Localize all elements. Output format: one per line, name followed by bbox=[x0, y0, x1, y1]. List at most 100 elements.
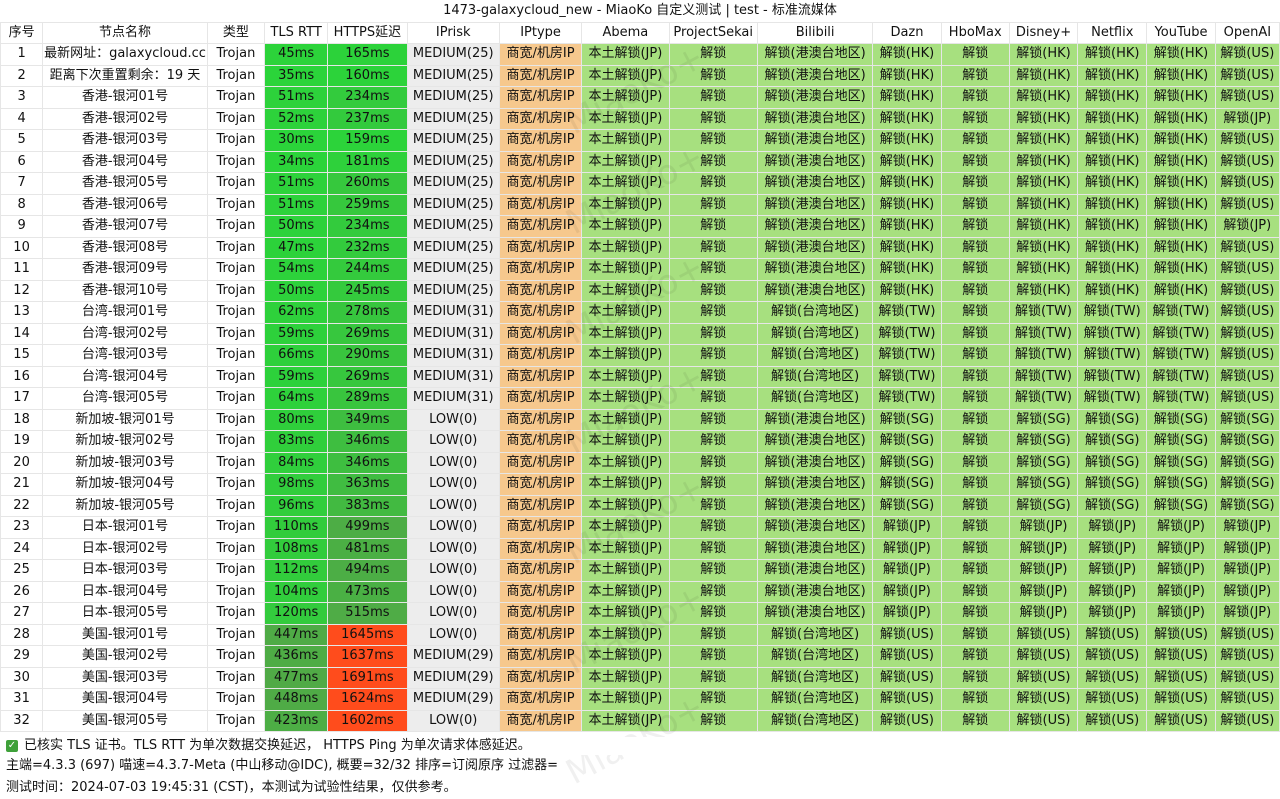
col-dazn-cell: 解锁(US) bbox=[872, 623, 942, 646]
col-youtube-cell: 解锁(HK) bbox=[1146, 86, 1216, 109]
col-youtube-cell: 解锁(JP) bbox=[1146, 516, 1216, 539]
table-row: 21 新加坡-银河04号 Trojan 98ms 363ms LOW(0) 商宽/机房IP 本… bbox=[0, 473, 1280, 496]
col-tls-rtt-cell: 45ms bbox=[264, 43, 329, 66]
col-openai-cell: 解锁(JP) bbox=[1214, 107, 1280, 130]
col-disney-cell: 解锁(HK) bbox=[1008, 172, 1079, 195]
col-https-latency-cell: 1645ms bbox=[327, 623, 408, 646]
col-projectsekai-cell: 解锁 bbox=[668, 193, 758, 216]
col-hbomax-cell: 解锁 bbox=[940, 473, 1010, 496]
col-netflix-cell: 解锁(JP) bbox=[1077, 537, 1148, 560]
col-hbomax-cell: 解锁 bbox=[940, 107, 1010, 130]
col-tls-rtt-cell: 436ms bbox=[264, 645, 329, 668]
col-dazn-cell: 解锁(TW) bbox=[872, 365, 942, 388]
col-openai-cell: 解锁(US) bbox=[1214, 365, 1280, 388]
col-openai-cell: 解锁(US) bbox=[1214, 258, 1280, 281]
col-netflix-cell: 解锁(US) bbox=[1077, 688, 1148, 711]
col-bilibili-cell: 解锁(港澳台地区) bbox=[756, 408, 874, 431]
col-disney-cell: 解锁(SG) bbox=[1008, 430, 1079, 453]
col-index-header: 序号 bbox=[0, 22, 44, 44]
table-row: 19 新加坡-银河02号 Trojan 83ms 346ms LOW(0) 商宽/机房IP 本… bbox=[0, 430, 1280, 453]
col-tls-rtt-cell: 54ms bbox=[264, 258, 329, 281]
col-https-latency-cell: 260ms bbox=[327, 172, 408, 195]
footer-line1: 已核实 TLS 证书。TLS RTT 为单次数据交换延迟， HTTPS Ping… bbox=[24, 738, 531, 753]
col-iptype-cell: 商宽/机房IP bbox=[498, 193, 583, 216]
col-hbomax-cell: 解锁 bbox=[940, 430, 1010, 453]
col-node-name-cell: 新加坡-银河04号 bbox=[42, 473, 208, 496]
col-abema-cell: 本土解锁(JP) bbox=[581, 473, 670, 496]
col-dazn-cell: 解锁(US) bbox=[872, 666, 942, 689]
col-disney-cell: 解锁(US) bbox=[1008, 709, 1079, 732]
col-abema-cell: 本土解锁(JP) bbox=[581, 64, 670, 87]
col-netflix-cell: 解锁(HK) bbox=[1077, 150, 1148, 173]
col-hbomax-cell: 解锁 bbox=[940, 258, 1010, 281]
col-index-cell: 22 bbox=[0, 494, 44, 517]
col-dazn-cell: 解锁(HK) bbox=[872, 150, 942, 173]
table-row: 26 日本-银河04号 Trojan 104ms 473ms LOW(0) 商宽/机房IP 本… bbox=[0, 580, 1280, 603]
col-hbomax-cell: 解锁 bbox=[940, 408, 1010, 431]
col-tls-rtt-cell: 477ms bbox=[264, 666, 329, 689]
col-tls-rtt-cell: 50ms bbox=[264, 215, 329, 238]
col-tls-rtt-cell: 62ms bbox=[264, 301, 329, 324]
col-dazn-cell: 解锁(JP) bbox=[872, 537, 942, 560]
col-iprisk-cell: MEDIUM(25) bbox=[406, 43, 500, 66]
col-https-latency-cell: 165ms bbox=[327, 43, 408, 66]
col-dazn-cell: 解锁(TW) bbox=[872, 322, 942, 345]
col-node-name-cell: 香港-银河09号 bbox=[42, 258, 208, 281]
col-bilibili-cell: 解锁(台湾地区) bbox=[756, 344, 874, 367]
col-type-cell: Trojan bbox=[206, 559, 266, 582]
col-bilibili-cell: 解锁(港澳台地区) bbox=[756, 129, 874, 152]
col-netflix-cell: 解锁(JP) bbox=[1077, 602, 1148, 625]
col-dazn-cell: 解锁(HK) bbox=[872, 86, 942, 109]
col-openai-cell: 解锁(US) bbox=[1214, 344, 1280, 367]
col-abema-cell: 本土解锁(JP) bbox=[581, 709, 670, 732]
col-youtube-cell: 解锁(TW) bbox=[1146, 387, 1216, 410]
col-type-cell: Trojan bbox=[206, 215, 266, 238]
footer-note: ✓ 已核实 TLS 证书。TLS RTT 为单次数据交换延迟， HTTPS Pin… bbox=[0, 737, 1280, 755]
col-index-cell: 20 bbox=[0, 451, 44, 474]
col-type-cell: Trojan bbox=[206, 150, 266, 173]
col-hbomax-cell: 解锁 bbox=[940, 43, 1010, 66]
col-dazn-cell: 解锁(US) bbox=[872, 709, 942, 732]
col-openai-cell: 解锁(US) bbox=[1214, 709, 1280, 732]
col-index-cell: 25 bbox=[0, 559, 44, 582]
col-index-cell: 2 bbox=[0, 64, 44, 87]
col-type-cell: Trojan bbox=[206, 344, 266, 367]
col-abema-cell: 本土解锁(JP) bbox=[581, 344, 670, 367]
col-bilibili-cell: 解锁(港澳台地区) bbox=[756, 451, 874, 474]
col-abema-cell: 本土解锁(JP) bbox=[581, 365, 670, 388]
col-hbomax-cell: 解锁 bbox=[940, 494, 1010, 517]
table-row: 31 美国-银河04号 Trojan 448ms 1624ms MEDIUM(29) 商宽/… bbox=[0, 688, 1280, 711]
col-https-latency-cell: 181ms bbox=[327, 150, 408, 173]
col-tls-rtt-cell: 30ms bbox=[264, 129, 329, 152]
col-bilibili-cell: 解锁(港澳台地区) bbox=[756, 107, 874, 130]
col-abema-cell: 本土解锁(JP) bbox=[581, 150, 670, 173]
col-index-cell: 13 bbox=[0, 301, 44, 324]
col-bilibili-cell: 解锁(港澳台地区) bbox=[756, 602, 874, 625]
col-bilibili-cell: 解锁(港澳台地区) bbox=[756, 258, 874, 281]
col-openai-cell: 解锁(US) bbox=[1214, 129, 1280, 152]
col-iptype-cell: 商宽/机房IP bbox=[498, 236, 583, 259]
col-youtube-cell: 解锁(SG) bbox=[1146, 451, 1216, 474]
col-bilibili-cell: 解锁(港澳台地区) bbox=[756, 279, 874, 302]
col-disney-cell: 解锁(HK) bbox=[1008, 279, 1079, 302]
col-type-cell: Trojan bbox=[206, 279, 266, 302]
col-abema-cell: 本土解锁(JP) bbox=[581, 215, 670, 238]
col-bilibili-cell: 解锁(港澳台地区) bbox=[756, 559, 874, 582]
col-youtube-cell: 解锁(TW) bbox=[1146, 365, 1216, 388]
col-openai-cell: 解锁(US) bbox=[1214, 236, 1280, 259]
col-netflix-cell: 解锁(HK) bbox=[1077, 172, 1148, 195]
col-https-latency-cell: 481ms bbox=[327, 537, 408, 560]
col-https-latency-cell: 289ms bbox=[327, 387, 408, 410]
col-iprisk-cell: MEDIUM(31) bbox=[406, 301, 500, 324]
col-tls-rtt-cell: 96ms bbox=[264, 494, 329, 517]
col-iprisk-cell: MEDIUM(25) bbox=[406, 172, 500, 195]
col-node-name-cell: 香港-银河08号 bbox=[42, 236, 208, 259]
col-index-cell: 21 bbox=[0, 473, 44, 496]
col-bilibili-cell: 解锁(港澳台地区) bbox=[756, 580, 874, 603]
col-abema-cell: 本土解锁(JP) bbox=[581, 580, 670, 603]
table-row: 25 日本-银河03号 Trojan 112ms 494ms LOW(0) 商宽/机房IP 本… bbox=[0, 559, 1280, 582]
col-netflix-cell: 解锁(JP) bbox=[1077, 559, 1148, 582]
col-type-cell: Trojan bbox=[206, 645, 266, 668]
col-iprisk-cell: LOW(0) bbox=[406, 516, 500, 539]
col-iprisk-cell: MEDIUM(25) bbox=[406, 86, 500, 109]
